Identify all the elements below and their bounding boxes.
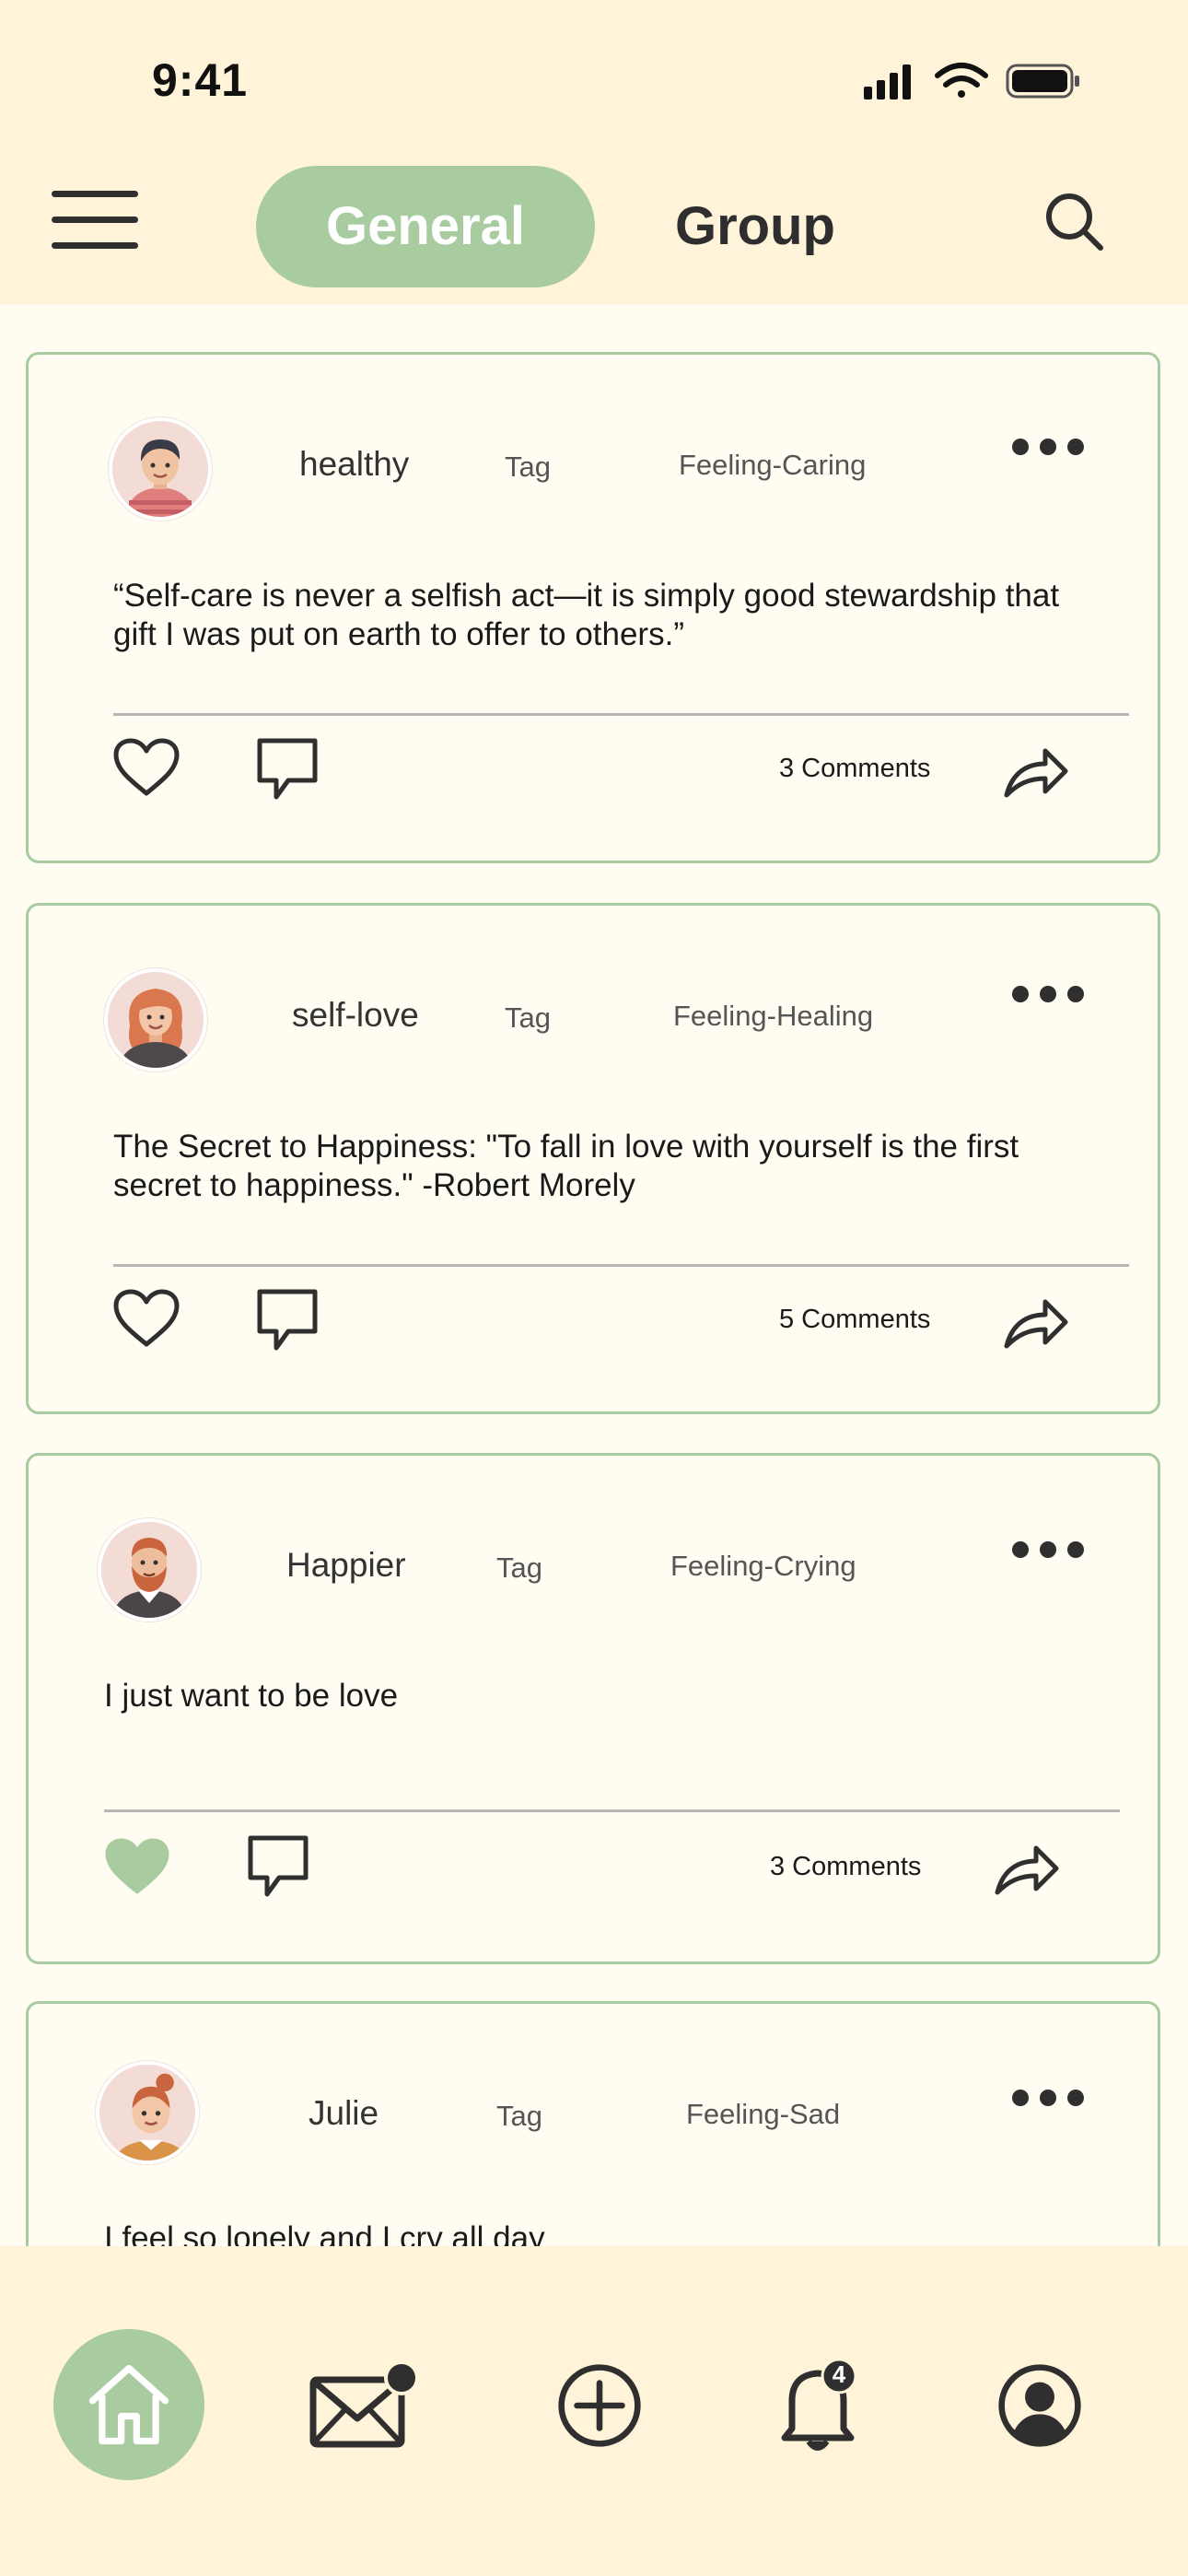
search-icon[interactable] — [1042, 190, 1105, 252]
bell-icon — [781, 2358, 857, 2451]
more-options-icon[interactable] — [1012, 436, 1086, 458]
share-icon[interactable] — [1003, 1294, 1069, 1350]
more-options-icon[interactable] — [1012, 1539, 1086, 1561]
post-feeling: Feeling-Healing — [673, 1000, 874, 1032]
status-time: 9:41 — [152, 54, 249, 106]
post-username[interactable]: Happier — [286, 1546, 406, 1585]
post-feeling: Feeling-Sad — [686, 2098, 841, 2130]
post-card: Julie Tag Feeling-Sad I feel so lonely a… — [26, 2001, 1160, 2246]
share-icon[interactable] — [1003, 744, 1069, 799]
post-text: The Secret to Happiness: "To fall in lov… — [113, 1129, 1019, 1203]
post-text: I feel so lonely and I cry all day — [104, 2220, 545, 2246]
profile-icon[interactable] — [996, 2362, 1083, 2449]
comment-icon[interactable] — [254, 736, 320, 802]
divider — [113, 713, 1129, 716]
heart-filled-icon[interactable] — [104, 1837, 170, 1896]
post-tag[interactable]: Tag — [505, 1001, 551, 1035]
notification-badge: 4 — [832, 2360, 846, 2388]
post-card: self-love Tag Feeling-Healing The Secret… — [26, 903, 1160, 1414]
comments-count[interactable]: 3 Comments — [770, 1852, 921, 1882]
add-icon[interactable] — [556, 2362, 643, 2449]
comments-count[interactable]: 3 Comments — [779, 754, 930, 784]
post-feeling: Feeling-Caring — [679, 449, 867, 481]
bottom-nav: 4 — [0, 2246, 1188, 2576]
top-bar: 9:41 General Group — [0, 0, 1188, 304]
divider — [113, 1264, 1129, 1267]
avatar[interactable] — [96, 2061, 199, 2164]
comment-icon[interactable] — [245, 1833, 311, 1900]
post-feed[interactable]: healthy Tag Feeling-Caring “Self-care is… — [0, 304, 1188, 2246]
tab-general[interactable]: General — [256, 166, 595, 287]
battery-icon — [1006, 64, 1079, 99]
post-tag[interactable]: Tag — [505, 451, 551, 484]
nav-home-button[interactable] — [53, 2329, 204, 2480]
more-options-icon[interactable] — [1012, 983, 1086, 1005]
post-card: Happier Tag Feeling-Crying I just want t… — [26, 1453, 1160, 1964]
divider — [104, 1809, 1120, 1812]
menu-button[interactable] — [52, 189, 140, 250]
post-tag[interactable]: Tag — [496, 1551, 542, 1585]
post-card: healthy Tag Feeling-Caring “Self-care is… — [26, 352, 1160, 863]
post-username[interactable]: healthy — [299, 445, 409, 484]
comments-count[interactable]: 5 Comments — [779, 1305, 930, 1335]
signal-icon — [864, 64, 911, 100]
heart-icon[interactable] — [113, 1289, 180, 1348]
share-icon[interactable] — [994, 1841, 1060, 1896]
mail-icon[interactable] — [309, 2361, 419, 2453]
tab-group[interactable]: Group — [635, 166, 875, 287]
comment-icon[interactable] — [254, 1287, 320, 1353]
menu-icon — [52, 191, 138, 197]
post-username[interactable]: Julie — [309, 2094, 379, 2133]
more-options-icon[interactable] — [1012, 2087, 1086, 2109]
post-feeling: Feeling-Crying — [670, 1550, 856, 1582]
notifications-button[interactable]: 4 — [774, 2355, 866, 2456]
post-text: “Self-care is never a selfish act—it is … — [113, 578, 1060, 652]
post-username[interactable]: self-love — [292, 996, 419, 1035]
avatar[interactable] — [104, 968, 207, 1071]
home-icon — [88, 2364, 169, 2445]
heart-icon[interactable] — [113, 738, 180, 797]
post-text: I just want to be love — [104, 1678, 399, 1714]
post-tag[interactable]: Tag — [496, 2100, 542, 2133]
wifi-icon — [935, 63, 988, 98]
avatar[interactable] — [98, 1518, 201, 1622]
avatar[interactable] — [109, 417, 212, 521]
status-icons — [864, 63, 1079, 100]
